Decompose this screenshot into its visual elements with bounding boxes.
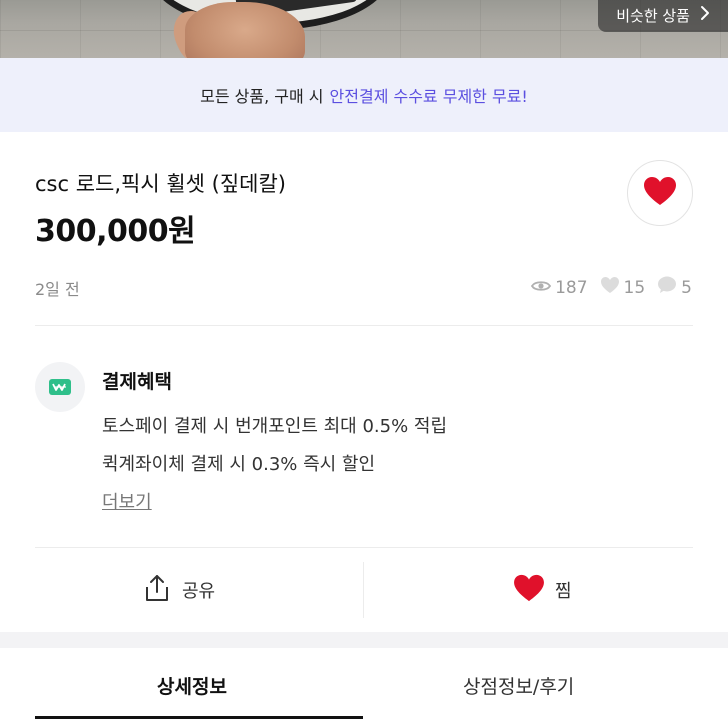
active-tab-indicator [35, 716, 363, 719]
posted-time: 2일 전 [35, 280, 80, 299]
heart-icon [513, 574, 545, 607]
similar-products-button[interactable]: 비슷한 상품 [598, 0, 728, 32]
benefit-title: 결제혜택 [102, 371, 172, 393]
section-gap [0, 632, 728, 648]
chevron-right-icon [700, 0, 710, 32]
eye-icon [531, 278, 552, 298]
product-title: csc 로드,픽시 휠셋 (짚데칼) [35, 172, 286, 196]
likes-count: 15 [623, 277, 646, 298]
divider [35, 547, 693, 548]
heart-outline-icon [600, 276, 620, 299]
chat-icon [657, 276, 677, 299]
jjim-label: 찜 [555, 581, 572, 602]
likes-stat: 15 [600, 276, 646, 299]
share-icon [142, 573, 172, 608]
divider [35, 325, 693, 326]
chats-stat: 5 [657, 276, 692, 299]
product-photo[interactable]: 비슷한 상품 [0, 0, 728, 58]
safe-payment-banner[interactable]: 모든 상품, 구매 시 안전결제 수수료 무제한 무료! [0, 58, 728, 132]
tab-shop-info-reviews[interactable]: 상점정보/후기 [463, 672, 574, 699]
product-price: 300,000원 [35, 214, 196, 249]
share-label: 공유 [182, 581, 216, 602]
views-stat: 187 [531, 277, 588, 298]
action-separator [363, 562, 364, 618]
jjim-button[interactable]: 찜 [513, 566, 572, 614]
product-stats: 187 15 5 [531, 276, 692, 299]
bunjang-pay-icon [49, 379, 71, 395]
benefit-quick-transfer: 퀵계좌이체 결제 시 0.3% 즉시 할인 [102, 454, 376, 475]
benefit-toss: 토스페이 결제 시 번개포인트 최대 0.5% 적립 [102, 416, 448, 437]
banner-highlight: 안전결제 수수료 무제한 무료! [329, 87, 528, 106]
more-link[interactable]: 더보기 [102, 488, 152, 514]
chats-count: 5 [681, 277, 692, 298]
similar-products-label: 비슷한 상품 [616, 7, 690, 25]
share-button[interactable]: 공유 [142, 566, 215, 614]
like-button[interactable] [627, 160, 693, 226]
pay-benefit-icon [35, 362, 85, 412]
heart-icon [643, 176, 677, 210]
tab-detail-info[interactable]: 상세정보 [157, 672, 227, 699]
views-count: 187 [555, 277, 588, 298]
banner-text: 모든 상품, 구매 시 [200, 87, 324, 106]
